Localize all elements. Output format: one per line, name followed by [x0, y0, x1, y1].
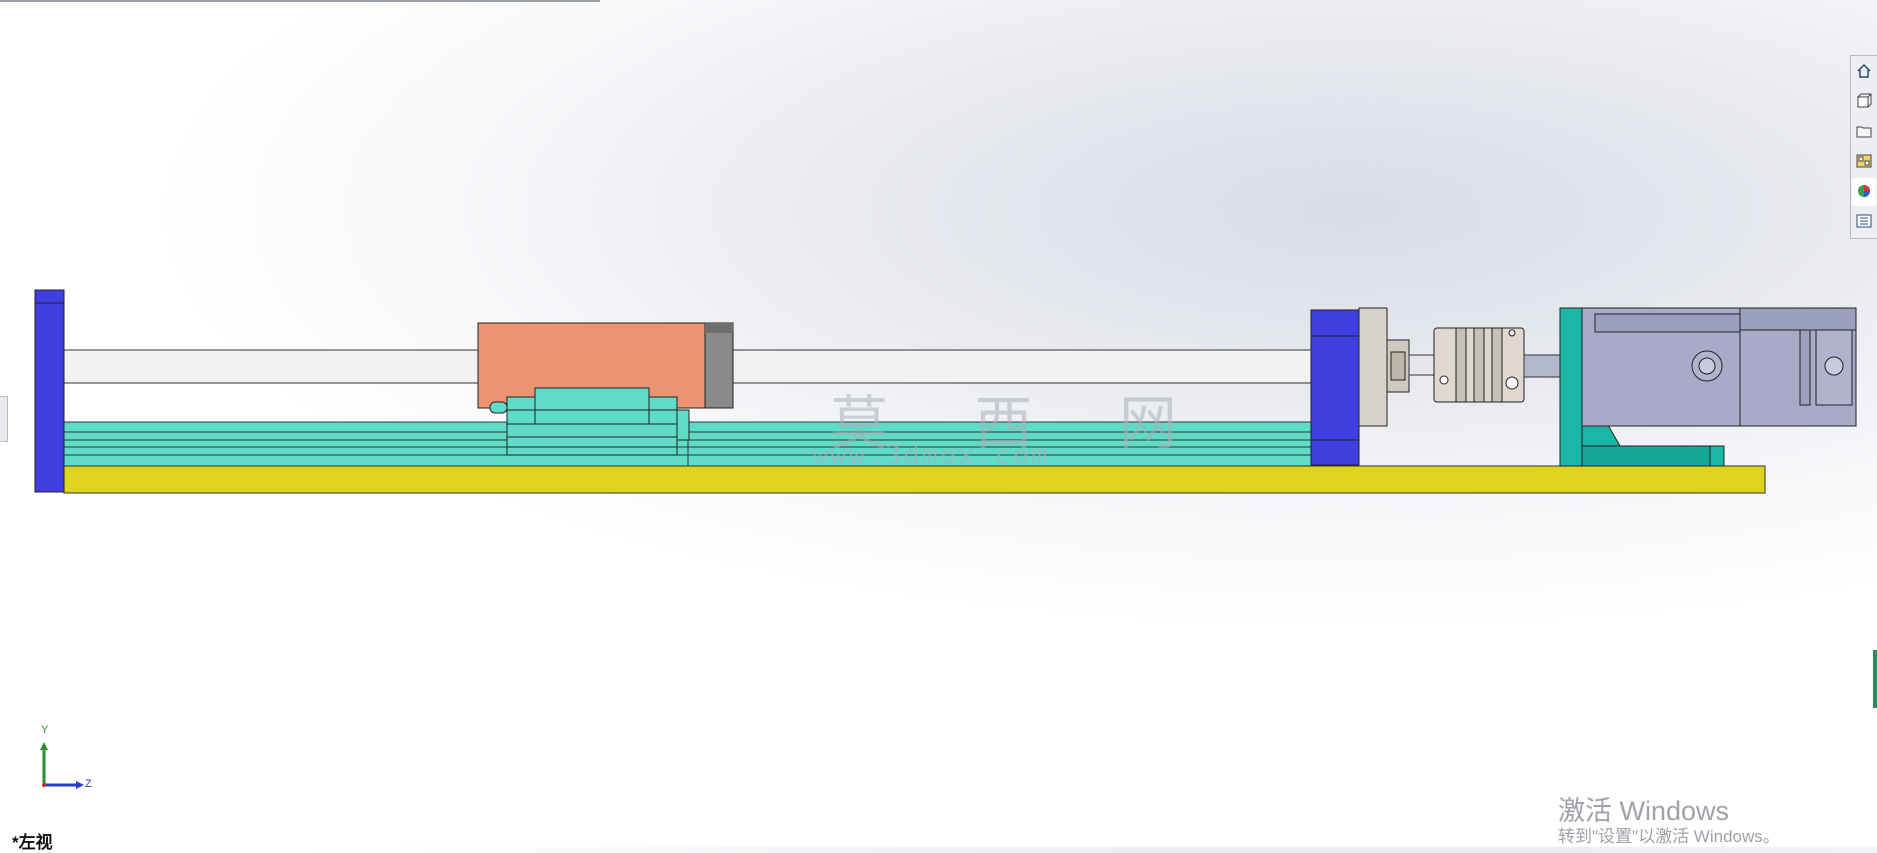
graphics-viewport[interactable]: 莫 西 网 www.3dmox.com Y Z *左视 激活 Windows 转…	[0, 0, 1877, 852]
servo-motor[interactable]	[1581, 307, 1857, 427]
folder-icon[interactable]	[1852, 118, 1876, 146]
rail-slider[interactable]	[489, 387, 690, 456]
home-icon[interactable]	[1852, 58, 1876, 86]
windows-activation-subtitle: 转到"设置"以激活 Windows。	[1558, 827, 1780, 846]
triad-y-label: Y	[41, 724, 49, 736]
appearance-icon[interactable]	[1852, 178, 1876, 206]
triad-z-label: Z	[85, 778, 92, 790]
left-end-plate[interactable]	[34, 289, 65, 493]
watermark-url: www.3dmox.com	[812, 440, 1050, 471]
shaft-coupling[interactable]	[1433, 327, 1525, 403]
bearing-housing[interactable]	[1358, 307, 1410, 427]
task-pane-tabs	[1850, 55, 1877, 239]
view-orientation-label: *左视	[12, 833, 53, 852]
3d-library-icon[interactable]	[1852, 88, 1876, 116]
right-end-plate[interactable]	[1310, 309, 1360, 466]
custom-properties-icon[interactable]	[1852, 208, 1876, 236]
reference-triad: Y Z	[36, 724, 96, 790]
view-palette-icon[interactable]	[1852, 148, 1876, 176]
